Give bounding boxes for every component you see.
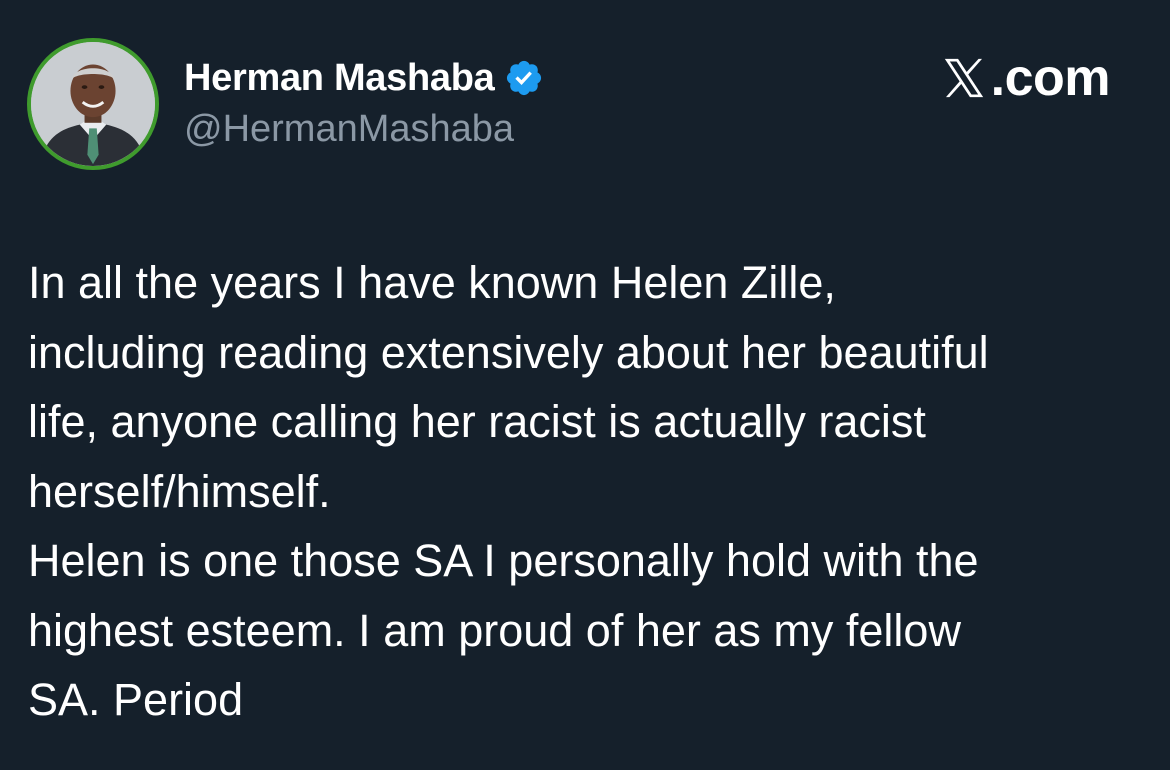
profile-photo-icon <box>31 42 155 166</box>
brand-watermark: .com <box>941 48 1111 108</box>
tweet-text-line: highest esteem. I am proud of her as my … <box>28 604 961 656</box>
tweet-text-line: In all the years I have known Helen Zill… <box>28 257 836 308</box>
tweet-text-line: Helen is one those SA I personally hold … <box>28 535 979 586</box>
verified-badge-icon <box>504 58 544 98</box>
tweet-text-line: life, anyone calling her racist is actua… <box>28 396 926 447</box>
display-name[interactable]: Herman Mashaba <box>184 57 495 100</box>
tweet-text: In all the years I have known Helen Zill… <box>28 248 1148 735</box>
x-logo-icon <box>941 55 987 101</box>
tweet-text-line: herself/himself. <box>28 465 331 517</box>
tweet-text-line: including reading extensively about her … <box>28 326 989 378</box>
author-handle[interactable]: @HermanMashaba <box>184 108 514 151</box>
avatar[interactable] <box>27 38 159 170</box>
tweet-text-line: SA. Period <box>28 674 244 725</box>
brand-domain-text: .com <box>990 49 1111 107</box>
tweet-card: Herman Mashaba @HermanMashaba .com In al… <box>0 0 1170 770</box>
author-name-row: Herman Mashaba <box>184 52 544 104</box>
